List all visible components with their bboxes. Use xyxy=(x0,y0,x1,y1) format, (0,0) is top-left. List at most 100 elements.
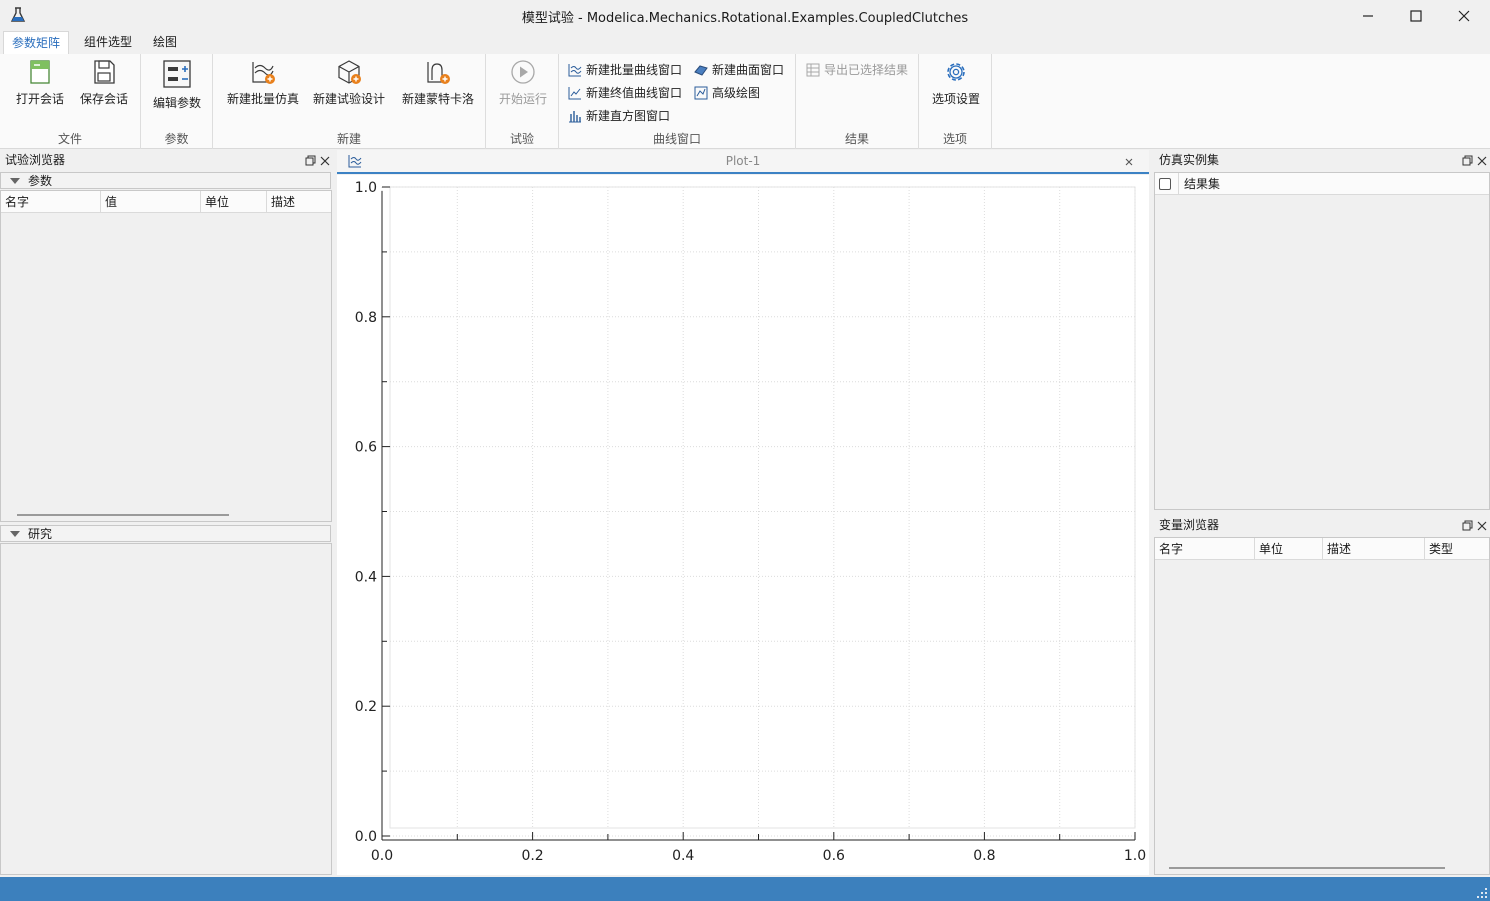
ribbon-group-new: 新建批量仿真 新建试验设计 新建蒙特卡洛 新建 xyxy=(213,54,486,149)
x-tick-label: 0.0 xyxy=(371,848,393,864)
edit-params-label: 编辑参数 xyxy=(152,96,201,110)
col-var-description[interactable]: 描述 xyxy=(1323,538,1425,560)
ribbon-group-options: 选项设置 选项 xyxy=(919,54,992,149)
new-surface-window-button[interactable]: 新建曲面窗口 xyxy=(694,60,784,80)
close-panel-icon[interactable] xyxy=(319,155,331,167)
float-panel-icon[interactable] xyxy=(305,155,317,167)
close-window-button[interactable] xyxy=(1440,0,1488,31)
experiment-design-icon xyxy=(338,60,361,84)
start-run-label: 开始运行 xyxy=(498,92,547,106)
study-pane xyxy=(0,543,332,875)
sim-instances-title: 仿真实例集 xyxy=(1159,153,1220,167)
x-tick-label: 0.4 xyxy=(672,848,694,864)
new-final-value-curve-window-label: 新建终值曲线窗口 xyxy=(586,86,683,100)
tab-component-selection[interactable]: 组件选型 xyxy=(76,31,140,54)
status-bar xyxy=(0,877,1490,901)
col-value[interactable]: 值 xyxy=(101,191,201,213)
params-table-header: 名字 值 单位 描述 xyxy=(1,191,331,213)
new-surface-window-label: 新建曲面窗口 xyxy=(712,63,785,77)
plot-frame xyxy=(389,186,1136,829)
horizontal-scrollbar[interactable] xyxy=(1169,867,1445,869)
open-session-label: 打开会话 xyxy=(15,92,64,106)
col-name[interactable]: 名字 xyxy=(1,191,101,213)
col-var-name[interactable]: 名字 xyxy=(1155,538,1255,560)
group-label-experiment: 试验 xyxy=(509,132,534,146)
group-label-options: 选项 xyxy=(942,132,967,146)
ribbon-group-result: 导出已选择结果 结果 xyxy=(796,54,919,149)
ribbon-toolbar: 打开会话 保存会话 文件 编辑参数 参数 新建批量仿真 新建试验设计 新建蒙特卡… xyxy=(0,54,1490,149)
open-session-icon xyxy=(30,60,50,84)
new-monte-carlo-button[interactable]: 新建蒙特卡洛 xyxy=(397,58,479,114)
collapse-triangle-icon xyxy=(10,531,20,537)
new-batch-sim-button[interactable]: 新建批量仿真 xyxy=(223,58,303,114)
ribbon-group-experiment: 开始运行 试验 xyxy=(486,54,559,149)
float-panel-icon[interactable] xyxy=(1462,155,1474,167)
x-tick-label: 0.8 xyxy=(973,848,995,864)
line-chart-icon xyxy=(568,87,581,100)
tab-plotting[interactable]: 绘图 xyxy=(145,31,185,54)
tab-param-matrix[interactable]: 参数矩阵 xyxy=(3,31,70,54)
col-var-unit[interactable]: 单位 xyxy=(1255,538,1323,560)
new-final-value-curve-window-button[interactable]: 新建终值曲线窗口 xyxy=(568,83,682,103)
col-var-type[interactable]: 类型 xyxy=(1425,538,1489,560)
advanced-plot-icon xyxy=(694,86,708,100)
plot-tab-title[interactable]: Plot-1 xyxy=(337,154,1149,168)
sim-instances-header: 结果集 xyxy=(1155,173,1489,195)
new-experiment-design-label: 新建试验设计 xyxy=(312,92,385,106)
maximize-button[interactable] xyxy=(1392,0,1440,31)
col-result-set[interactable]: 结果集 xyxy=(1179,173,1489,195)
save-session-button[interactable]: 保存会话 xyxy=(74,58,134,114)
horizontal-scrollbar[interactable] xyxy=(17,514,229,516)
x-tick-label: 1.0 xyxy=(1124,848,1146,864)
ribbon-group-params: 编辑参数 参数 xyxy=(141,54,213,149)
window-title: 模型试验 - Modelica.Mechanics.Rotational.Exa… xyxy=(521,11,969,26)
plot-canvas[interactable]: 0.0 0.2 0.4 0.6 0.8 1.0 0.0 0.2 0.4 0.6 0.8 1.0 xyxy=(337,175,1149,875)
variable-table-header: 名字 单位 描述 类型 xyxy=(1155,538,1489,560)
params-section-header[interactable]: 参数 xyxy=(0,172,331,189)
col-description[interactable]: 描述 xyxy=(267,191,331,213)
group-label-new: 新建 xyxy=(336,132,361,146)
col-unit[interactable]: 单位 xyxy=(201,191,267,213)
y-tick-label: 0.0 xyxy=(355,829,377,845)
ribbon-group-curve-window: 新建批量曲线窗口 新建曲面窗口 新建终值曲线窗口 高级绘图 新建直方图窗口 曲线… xyxy=(559,54,796,149)
x-tick-label: 0.2 xyxy=(521,848,543,864)
edit-params-button[interactable]: 编辑参数 xyxy=(147,58,207,114)
minimize-icon xyxy=(1363,14,1373,17)
study-section-label: 研究 xyxy=(28,527,53,541)
new-histogram-window-button[interactable]: 新建直方图窗口 xyxy=(568,106,670,126)
variable-browser-pane: 名字 单位 描述 类型 xyxy=(1154,537,1490,875)
new-experiment-design-button[interactable]: 新建试验设计 xyxy=(309,58,389,114)
group-label-result: 结果 xyxy=(844,132,869,146)
close-panel-icon[interactable] xyxy=(1476,155,1488,167)
params-table: 名字 值 单位 描述 xyxy=(0,190,332,522)
close-plot-tab-icon[interactable] xyxy=(1125,158,1133,166)
advanced-plot-label: 高级绘图 xyxy=(712,86,761,100)
monte-carlo-icon xyxy=(427,62,450,84)
open-session-button[interactable]: 打开会话 xyxy=(10,58,70,114)
option-settings-button[interactable]: 选项设置 xyxy=(925,58,987,114)
start-run-button[interactable]: 开始运行 xyxy=(492,58,554,114)
close-icon xyxy=(1458,10,1470,21)
params-section-label: 参数 xyxy=(28,174,53,188)
select-all-cell xyxy=(1155,173,1179,195)
chart-svg: 0.0 0.2 0.4 0.6 0.8 1.0 0.0 0.2 0.4 0.6 0.8 1.0 xyxy=(355,180,1146,864)
export-selected-results-button[interactable]: 导出已选择结果 xyxy=(806,60,908,80)
advanced-plot-button[interactable]: 高级绘图 xyxy=(694,83,760,103)
float-panel-icon[interactable] xyxy=(1462,520,1474,532)
close-panel-icon[interactable] xyxy=(1476,520,1488,532)
surface-icon xyxy=(694,65,708,76)
save-session-label: 保存会话 xyxy=(79,92,128,106)
new-monte-carlo-label: 新建蒙特卡洛 xyxy=(401,92,474,106)
minimize-button[interactable] xyxy=(1344,0,1392,31)
new-batch-sim-label: 新建批量仿真 xyxy=(226,92,299,106)
batch-curve-icon xyxy=(568,64,582,77)
new-batch-curve-window-button[interactable]: 新建批量曲线窗口 xyxy=(568,60,682,80)
title-bar: 模型试验 - Modelica.Mechanics.Rotational.Exa… xyxy=(0,0,1490,31)
study-section-header[interactable]: 研究 xyxy=(0,525,331,542)
play-icon xyxy=(511,60,535,84)
variable-browser-title: 变量浏览器 xyxy=(1159,518,1220,532)
option-settings-label: 选项设置 xyxy=(931,92,980,106)
resize-grip-icon[interactable] xyxy=(1476,887,1488,899)
select-all-checkbox[interactable] xyxy=(1159,178,1171,190)
save-icon xyxy=(94,60,115,84)
